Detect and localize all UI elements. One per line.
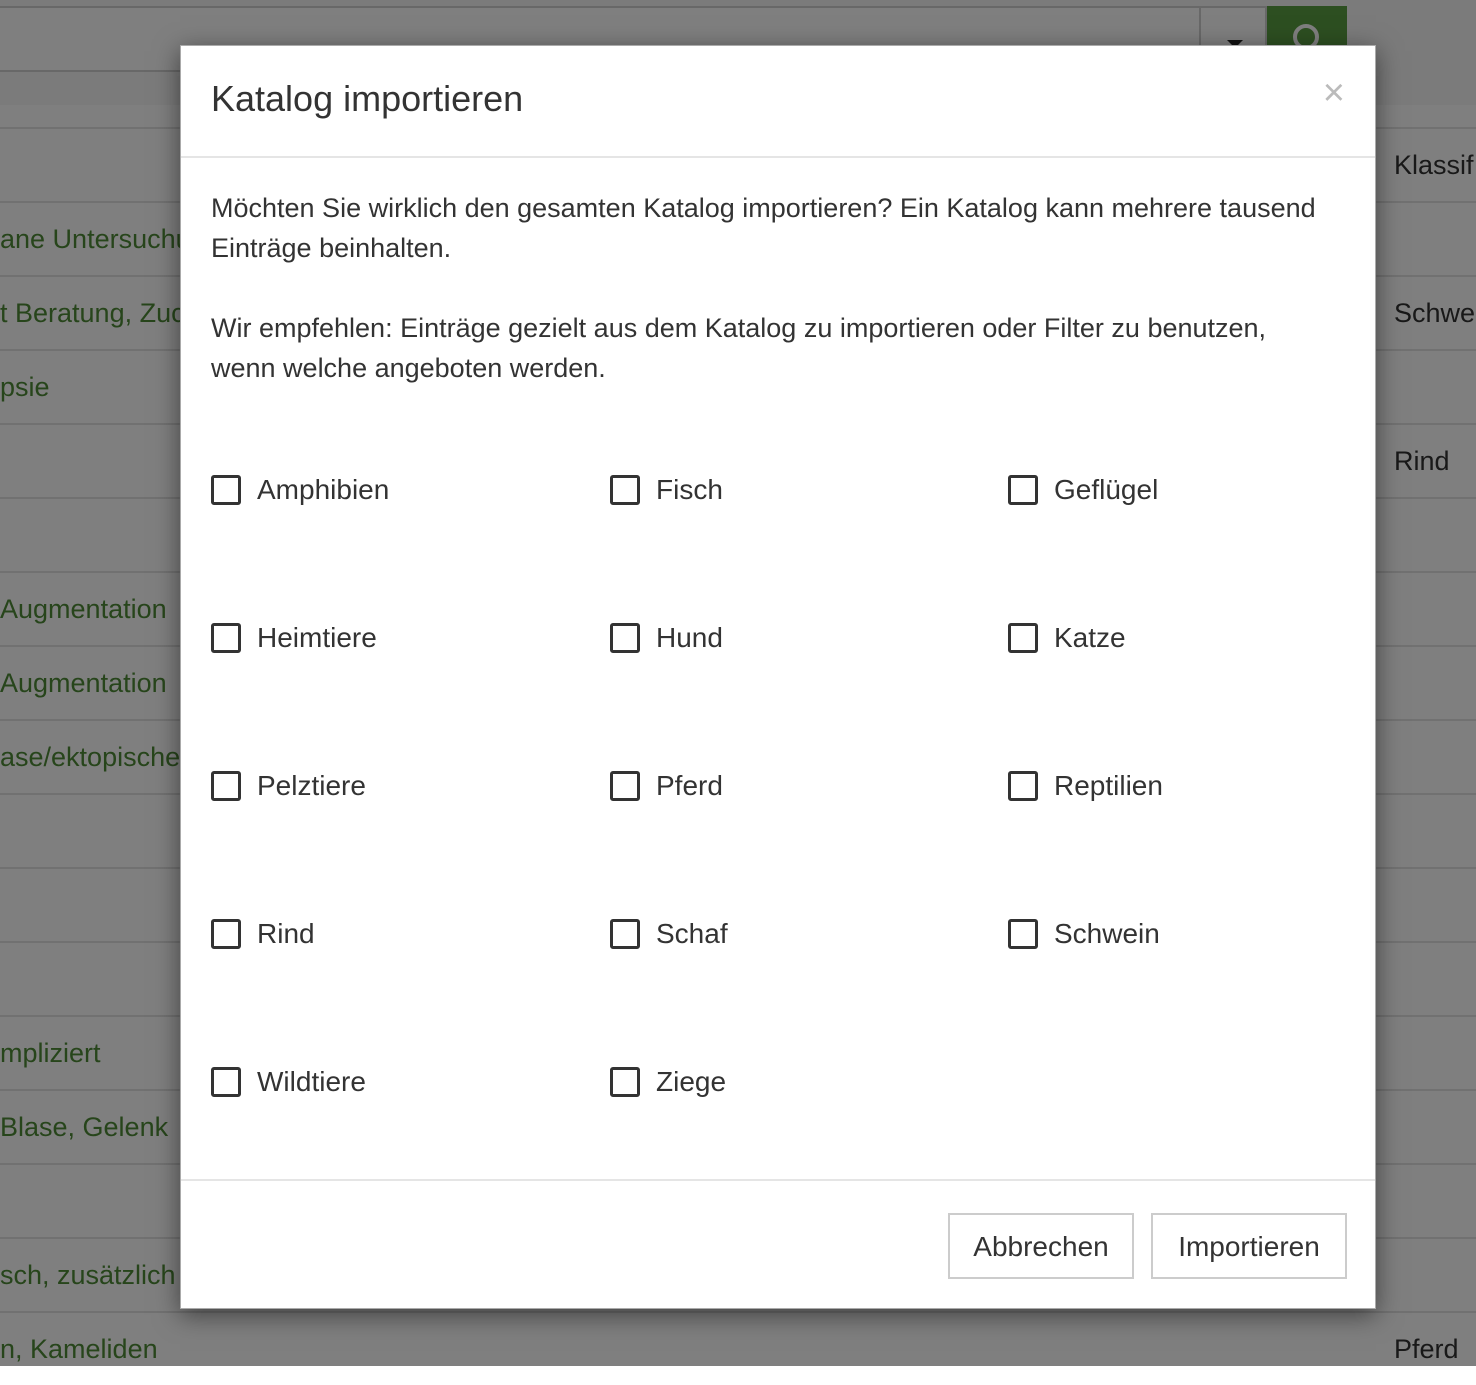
checkbox-box[interactable] (1008, 475, 1038, 505)
dialog-footer: Abbrechen Importieren (181, 1179, 1375, 1309)
checkbox-box[interactable] (610, 475, 640, 505)
checkbox-label[interactable]: Geflügel (1054, 474, 1158, 506)
checkbox-box[interactable] (211, 475, 241, 505)
dialog-title: Katalog importieren (211, 78, 524, 119)
checkbox-schwein[interactable]: Schwein (1008, 914, 1160, 954)
checkbox-heimtiere[interactable]: Heimtiere (211, 618, 377, 658)
checkbox-box[interactable] (1008, 919, 1038, 949)
checkbox-box[interactable] (211, 771, 241, 801)
checkbox-box[interactable] (1008, 771, 1038, 801)
dialog-header: Katalog importieren × (181, 46, 1375, 158)
checkbox-hund[interactable]: Hund (610, 618, 723, 658)
checkbox-reptilien[interactable]: Reptilien (1008, 766, 1163, 806)
checkbox-box[interactable] (211, 623, 241, 653)
checkbox-label[interactable]: Ziege (656, 1066, 726, 1098)
checkbox-box[interactable] (610, 771, 640, 801)
checkbox-katze[interactable]: Katze (1008, 618, 1126, 658)
checkbox-label[interactable]: Fisch (656, 474, 723, 506)
cancel-button[interactable]: Abbrechen (948, 1213, 1134, 1279)
checkbox-box[interactable] (211, 919, 241, 949)
checkbox-box[interactable] (610, 919, 640, 949)
checkbox-box[interactable] (610, 623, 640, 653)
checkbox-pelztiere[interactable]: Pelztiere (211, 766, 366, 806)
checkbox-label[interactable]: Wildtiere (257, 1066, 366, 1098)
checkbox-fisch[interactable]: Fisch (610, 470, 723, 510)
checkbox-label[interactable]: Heimtiere (257, 622, 377, 654)
dialog-body: Möchten Sie wirklich den gesamten Katalo… (211, 188, 1331, 1097)
checkbox-label[interactable]: Rind (257, 918, 315, 950)
checkbox-label[interactable]: Hund (656, 622, 723, 654)
checkbox-label[interactable]: Reptilien (1054, 770, 1163, 802)
checkbox-rind[interactable]: Rind (211, 914, 315, 954)
checkbox-label[interactable]: Amphibien (257, 474, 389, 506)
checkbox-label[interactable]: Schwein (1054, 918, 1160, 950)
confirmation-text: Möchten Sie wirklich den gesamten Katalo… (211, 193, 1316, 263)
checkbox-box[interactable] (610, 1067, 640, 1097)
recommendation-text: Wir empfehlen: Einträge gezielt aus dem … (211, 313, 1267, 383)
checkbox-label[interactable]: Pelztiere (257, 770, 366, 802)
checkbox-ziege[interactable]: Ziege (610, 1062, 726, 1102)
checkbox-label[interactable]: Schaf (656, 918, 728, 950)
import-button[interactable]: Importieren (1151, 1213, 1347, 1279)
checkbox-label[interactable]: Katze (1054, 622, 1126, 654)
close-icon[interactable]: × (1323, 74, 1345, 112)
checkbox-box[interactable] (1008, 623, 1038, 653)
import-catalog-dialog: Katalog importieren × Möchten Sie wirkli… (180, 45, 1376, 1309)
checkbox-box[interactable] (211, 1067, 241, 1097)
checkbox-wildtiere[interactable]: Wildtiere (211, 1062, 366, 1102)
checkbox-label[interactable]: Pferd (656, 770, 723, 802)
checkbox-pferd[interactable]: Pferd (610, 766, 723, 806)
checkbox-amphibien[interactable]: Amphibien (211, 470, 389, 510)
checkbox-schaf[interactable]: Schaf (610, 914, 728, 954)
checkbox-gefluegel[interactable]: Geflügel (1008, 470, 1158, 510)
